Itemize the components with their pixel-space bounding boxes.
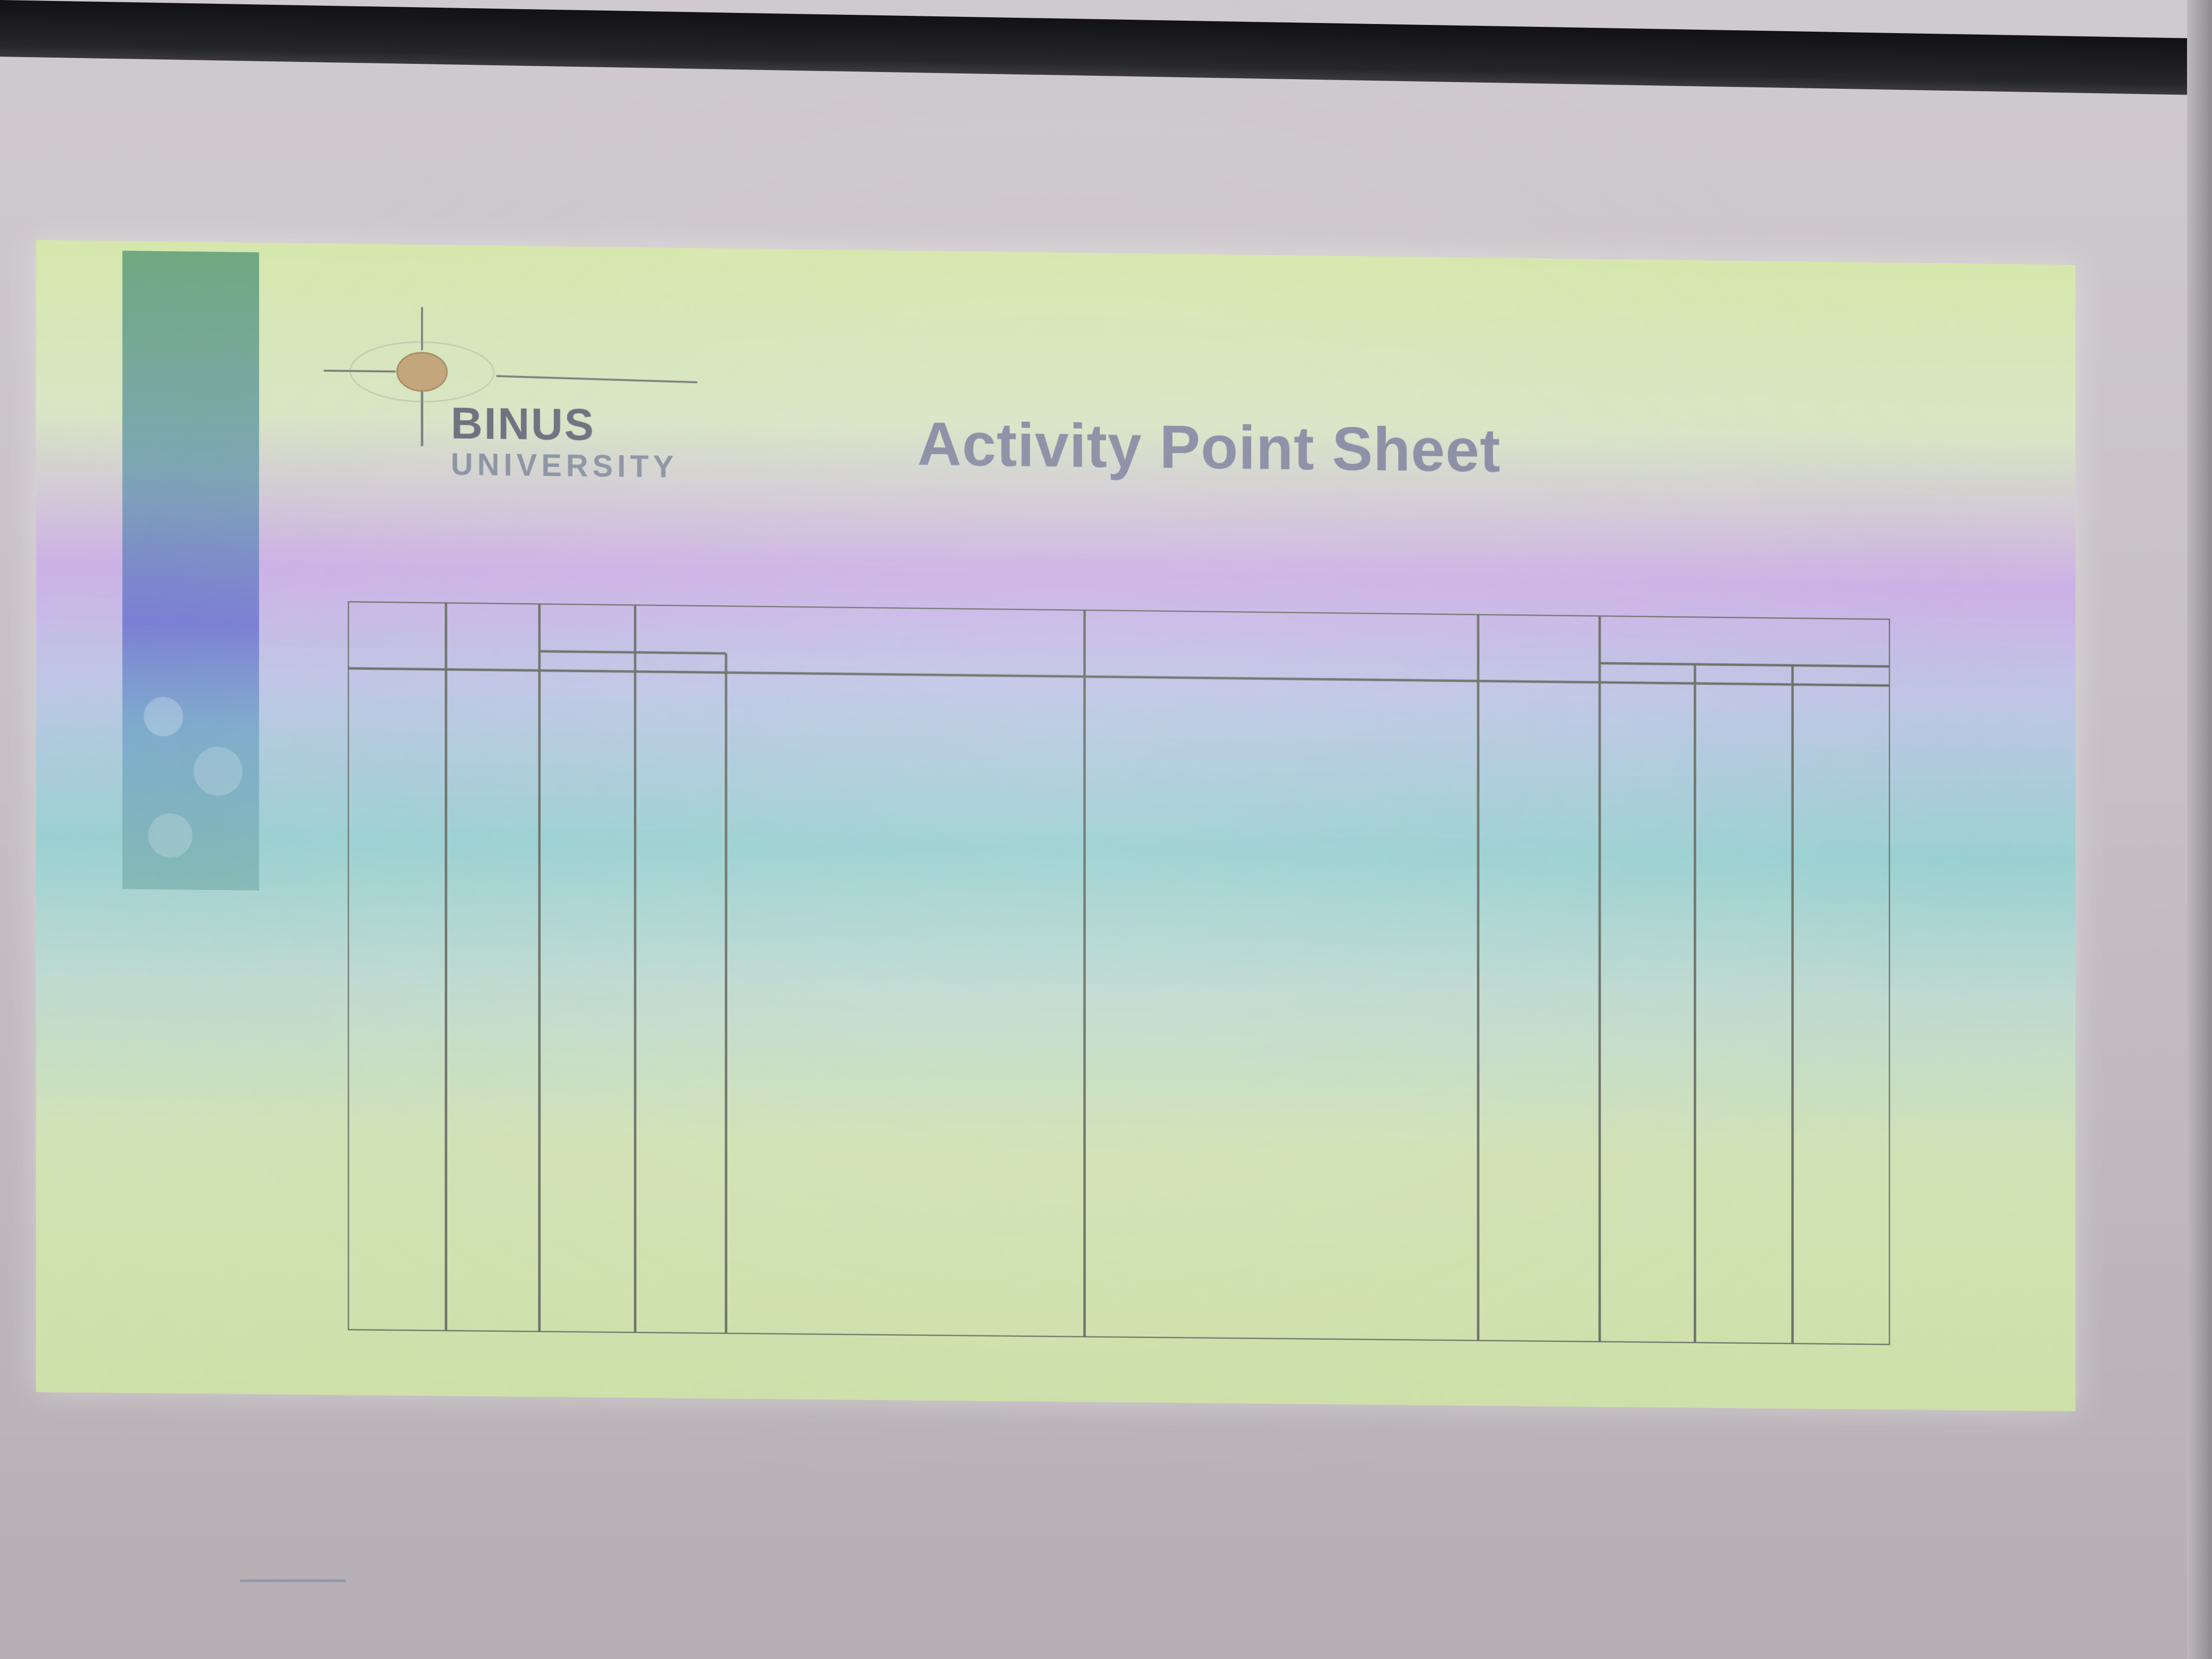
projector-screen-edge (2187, 0, 2212, 1659)
projector-screen-top-bar (0, 0, 2212, 96)
table-grid (348, 601, 1890, 1345)
slide-title: Activity Point Sheet (917, 409, 1501, 485)
logo-wordmark: BINUS (451, 399, 595, 450)
projected-slide: BINUS UNIVERSITY Activity Point Sheet (36, 240, 2076, 1412)
binus-logo: BINUS UNIVERSITY (324, 301, 731, 507)
screen-bottom-mark (240, 1579, 346, 1582)
logo-subtitle: UNIVERSITY (451, 447, 678, 484)
activity-table (348, 601, 1890, 1345)
strip-texture (122, 673, 259, 890)
photo: BINUS UNIVERSITY Activity Point Sheet (0, 0, 2212, 1659)
